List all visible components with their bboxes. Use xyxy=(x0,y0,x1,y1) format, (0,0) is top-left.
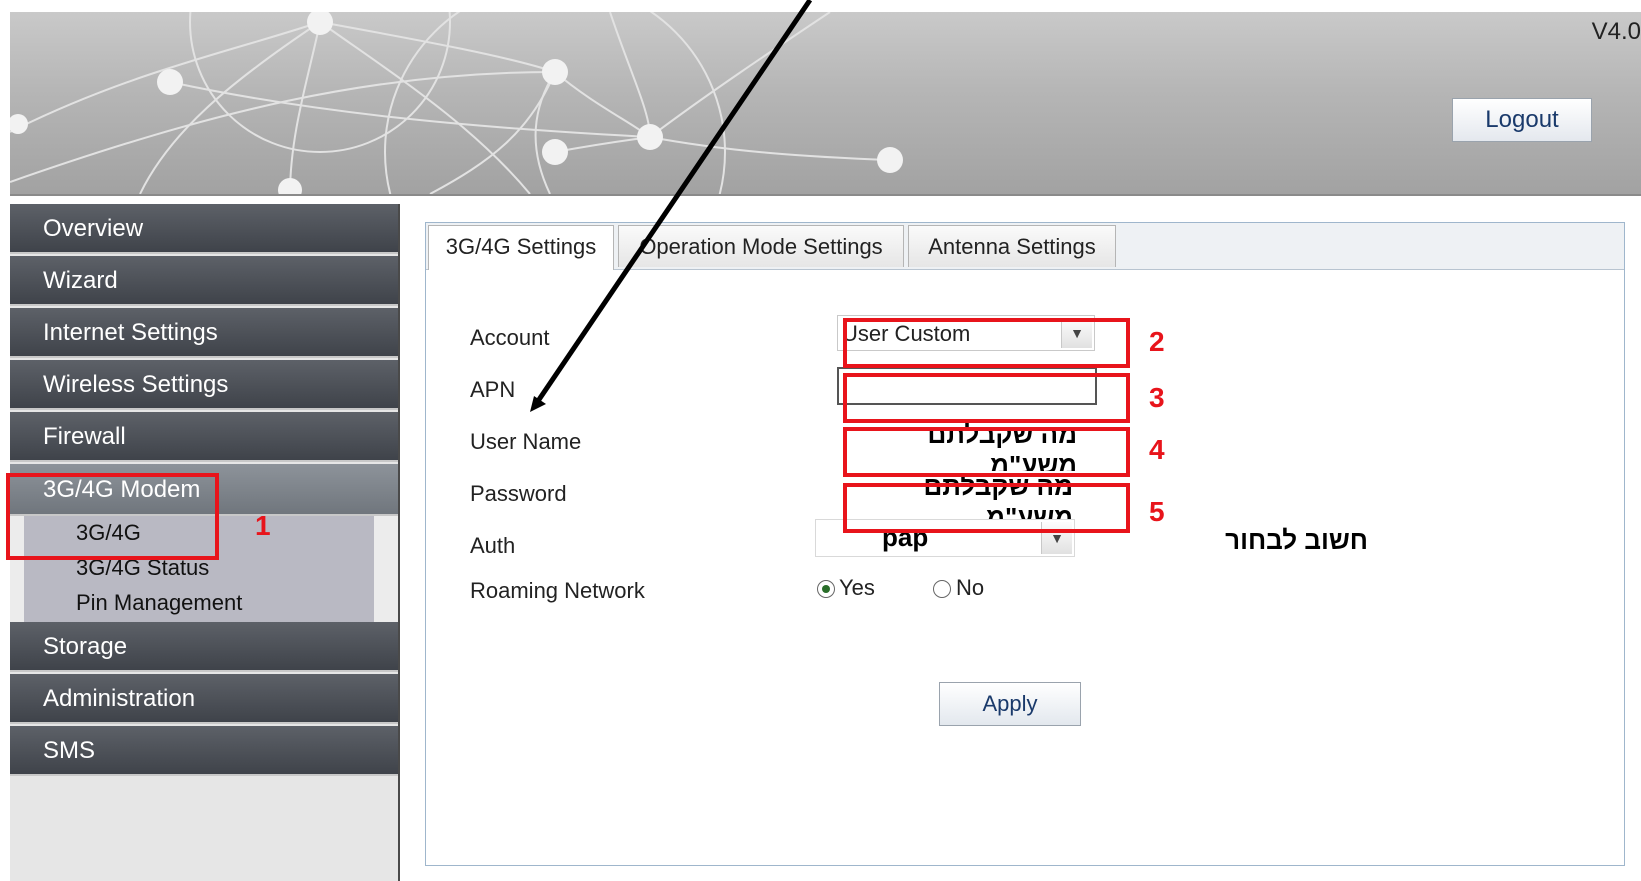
annotation-number-2: 2 xyxy=(1149,326,1165,357)
page-header: V4.0 Logout xyxy=(10,12,1641,196)
sidebar-divider xyxy=(398,204,400,881)
auth-label: Auth xyxy=(470,533,516,558)
annotation-box-3 xyxy=(843,373,1130,423)
password-label: Password xyxy=(470,481,567,506)
annotation-number-5: 5 xyxy=(1149,496,1165,527)
tab-bar: 3G/4G Settings Operation Mode Settings A… xyxy=(426,223,1624,270)
tab-antenna-settings[interactable]: Antenna Settings xyxy=(908,225,1116,267)
sidebar-item-storage[interactable]: Storage xyxy=(10,622,398,672)
roaming-yes-label: Yes xyxy=(839,575,875,600)
username-label: User Name xyxy=(470,429,582,454)
annotation-number-1: 1 xyxy=(255,510,271,541)
sidebar-item-wireless-settings[interactable]: Wireless Settings xyxy=(10,360,398,410)
roaming-yes-radio[interactable] xyxy=(817,580,835,598)
tab-3g4g-settings[interactable]: 3G/4G Settings xyxy=(428,225,614,270)
tab-operation-mode-settings[interactable]: Operation Mode Settings xyxy=(618,225,904,267)
sidebar-item-sms[interactable]: SMS xyxy=(10,726,398,776)
annotation-box-4 xyxy=(843,427,1130,477)
roaming-no-label: No xyxy=(956,575,985,600)
annotation-box-5 xyxy=(843,483,1130,533)
sidebar-item-administration[interactable]: Administration xyxy=(10,674,398,724)
submenu-item-pin-management[interactable]: Pin Management xyxy=(76,590,242,616)
sidebar-item-firewall[interactable]: Firewall xyxy=(10,412,398,462)
apply-button[interactable]: Apply xyxy=(939,682,1081,726)
sidebar-item-overview[interactable]: Overview xyxy=(10,204,398,254)
annotation-box-2 xyxy=(843,318,1130,368)
annotation-number-3: 3 xyxy=(1149,382,1165,413)
sidebar-item-wizard[interactable]: Wizard xyxy=(10,256,398,306)
header-network-graphic xyxy=(10,12,903,194)
sidebar-item-internet-settings[interactable]: Internet Settings xyxy=(10,308,398,358)
apn-label: APN xyxy=(470,377,516,402)
auth-note: חשוב לבחור xyxy=(1225,525,1368,555)
roaming-network-label: Roaming Network xyxy=(470,578,645,603)
firmware-version: V4.0 xyxy=(1591,18,1641,45)
account-label: Account xyxy=(470,325,550,350)
logout-button[interactable]: Logout xyxy=(1452,98,1592,142)
roaming-no-radio[interactable] xyxy=(933,580,951,598)
radio-selected-dot xyxy=(822,585,830,593)
annotation-box-1 xyxy=(6,473,219,560)
annotation-number-4: 4 xyxy=(1149,434,1165,465)
